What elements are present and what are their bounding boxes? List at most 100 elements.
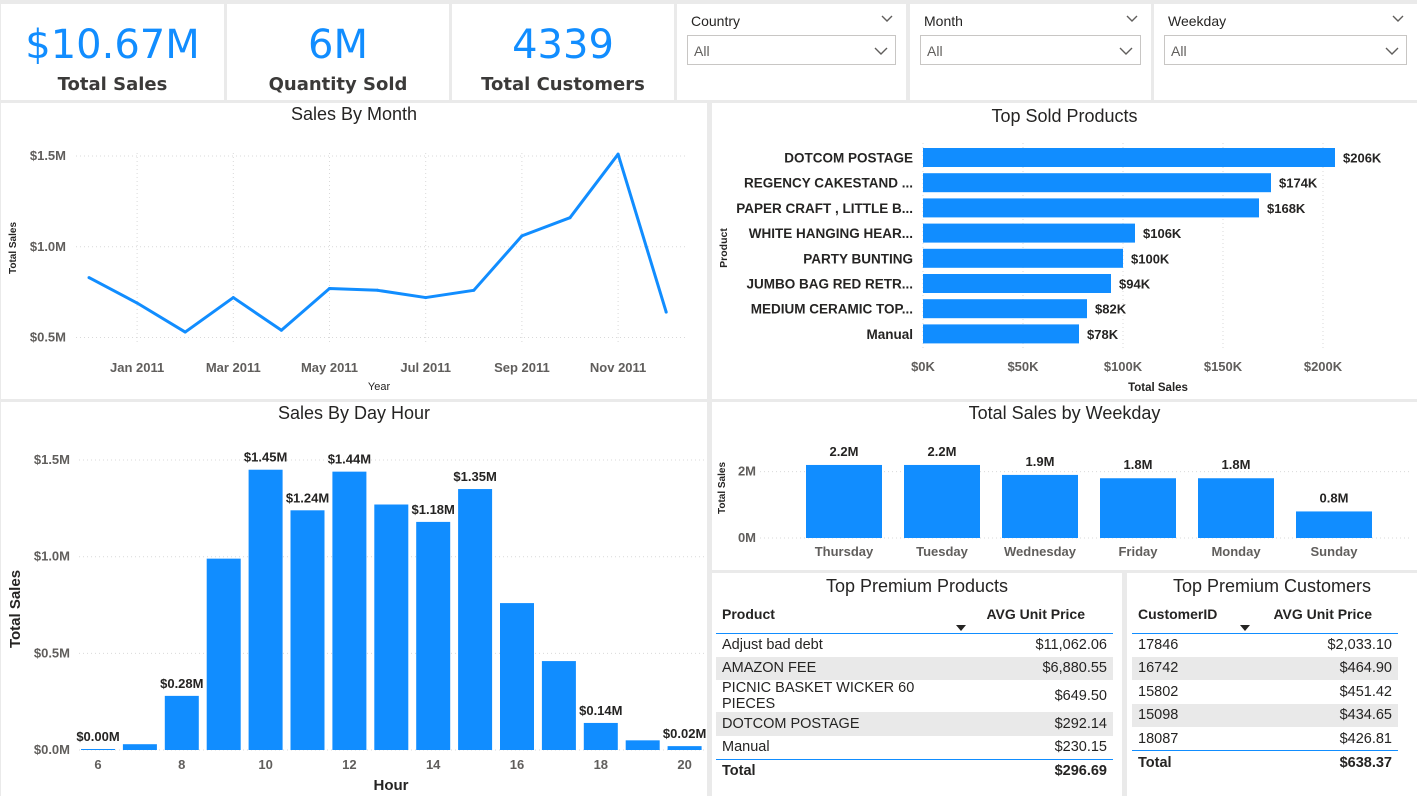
data-label: 1.8M: [1124, 457, 1153, 472]
bar: [923, 198, 1259, 218]
column-header-avg-unit-price[interactable]: AVG Unit Price: [1250, 595, 1398, 634]
weekday-dropdown[interactable]: All: [1164, 35, 1407, 65]
x-tick-label: Nov 2011: [590, 360, 646, 375]
dropdown-value: All: [694, 43, 710, 59]
kpi-label: Total Customers: [481, 74, 645, 95]
category-label: Tuesday: [916, 544, 969, 559]
bar: [1002, 474, 1078, 538]
slicer-weekday: Weekday All: [1154, 4, 1417, 100]
sort-descending-icon[interactable]: [1240, 624, 1250, 631]
bar: [248, 469, 283, 750]
category-label: Thursday: [815, 544, 874, 559]
bar: [806, 464, 882, 538]
chevron-down-icon[interactable]: [1391, 12, 1405, 26]
bar: [1100, 478, 1176, 538]
column-header-product[interactable]: Product: [716, 595, 966, 634]
x-tick-label: 16: [510, 757, 524, 772]
x-tick-label: $150K: [1204, 359, 1243, 374]
table-row[interactable]: 17846 $2,033.10: [1132, 633, 1398, 657]
data-label: $0.02M: [663, 726, 706, 741]
bar: [290, 510, 325, 750]
bar-chart[interactable]: $1.5M $1.0M $0.5M $0.0M $0.00M $0.28M $1.45M $1…: [1, 402, 707, 796]
chevron-down-icon[interactable]: [1125, 12, 1139, 26]
x-tick-label: $100K: [1104, 359, 1143, 374]
top-premium-customers-table: Top Premium Customers CustomerID AVG Uni…: [1127, 573, 1417, 796]
dropdown-value: All: [927, 43, 943, 59]
data-table: Product AVG Unit Price Adjust bad debt $1…: [716, 595, 1113, 783]
data-label: $1.24M: [286, 490, 329, 505]
column-header-customer-id[interactable]: CustomerID: [1132, 595, 1250, 634]
sort-descending-icon[interactable]: [956, 624, 966, 631]
data-point: [279, 328, 283, 332]
category-label: PARTY BUNTING: [803, 251, 913, 266]
line-chart[interactable]: $1.5M $1.0M $0.5M Jan 2011 Mar 2011 May 2011 J…: [1, 103, 707, 399]
table-row[interactable]: 15098 $434.65: [1132, 703, 1398, 727]
country-dropdown[interactable]: All: [687, 35, 896, 65]
kpi-value: $10.67M: [25, 22, 200, 68]
table-row[interactable]: AMAZON FEE $6,880.55: [716, 656, 1113, 680]
bar-chart[interactable]: $0K $50K $100K $150K $200K DOTCOM POSTAGE $206…: [712, 103, 1417, 399]
data-point: [472, 288, 476, 292]
x-tick-label: May 2011: [301, 360, 358, 375]
data-label: $1.18M: [412, 502, 455, 517]
column-header-avg-unit-price[interactable]: AVG Unit Price: [966, 595, 1113, 634]
x-tick-label: 6: [94, 757, 101, 772]
kpi-value: 4339: [512, 22, 614, 68]
slicer-month: Month All: [910, 4, 1151, 100]
kpi-card-total-customers: 4339 Total Customers: [452, 4, 674, 100]
y-tick-label: $1.5M: [34, 452, 70, 467]
category-label: MEDIUM CERAMIC TOP...: [751, 302, 913, 317]
bar: [583, 722, 618, 750]
table-row[interactable]: 16742 $464.90: [1132, 656, 1398, 680]
x-tick-label: $0K: [911, 359, 935, 374]
table-row[interactable]: PICNIC BASKET WICKER 60 PIECES $649.50: [716, 680, 1113, 712]
sales-by-month-chart: Sales By Month $1.5M $1.0M $0.5M Jan 2011 Ma…: [1, 103, 707, 399]
top-sold-products-chart: Top Sold Products $0K $50K $100K $150K $200K…: [712, 103, 1417, 399]
table-row[interactable]: DOTCOM POSTAGE $292.14: [716, 712, 1113, 736]
bar: [923, 148, 1335, 167]
x-tick-label: 10: [258, 757, 272, 772]
category-label: DOTCOM POSTAGE: [784, 151, 913, 166]
table-row[interactable]: Adjust bad debt $11,062.06: [716, 633, 1113, 657]
x-axis-title: Total Sales: [1128, 382, 1188, 394]
table-row[interactable]: 18087 $426.81: [1132, 727, 1398, 751]
x-tick-label: $50K: [1007, 359, 1039, 374]
table-row[interactable]: 15802 $451.42: [1132, 680, 1398, 704]
kpi-label: Total Sales: [57, 74, 168, 95]
table-title: Top Premium Customers: [1172, 576, 1372, 596]
slicer-title: Country: [691, 13, 741, 29]
table-row[interactable]: Manual $230.15: [716, 736, 1113, 760]
kpi-card-quantity-sold: 6M Quantity Sold: [227, 4, 449, 100]
sales-by-day-hour-chart: Sales By Day Hour $1.5M $1.0M $0.5M $0.0M $0…: [1, 402, 707, 796]
table-title: Top Premium Products: [825, 576, 1009, 596]
data-table: CustomerID AVG Unit Price 17846 $2,033.10…: [1132, 595, 1398, 774]
data-label: $1.45M: [244, 450, 287, 465]
sales-by-weekday-chart: Total Sales by Weekday 2M 0M 2.2M Thursday 2…: [712, 402, 1417, 570]
category-label: WHITE HANGING HEAR...: [749, 226, 913, 241]
bar: [416, 521, 451, 750]
bar: [206, 558, 241, 750]
data-label: 0.8M: [1320, 490, 1349, 505]
bar: [500, 603, 534, 750]
bar: [81, 749, 115, 750]
month-dropdown[interactable]: All: [920, 35, 1141, 65]
chevron-down-icon[interactable]: [880, 12, 894, 26]
y-tick-label: $0.5M: [34, 645, 70, 660]
category-label: Manual: [866, 327, 913, 342]
chevron-down-icon: [1385, 47, 1399, 55]
bar: [625, 740, 660, 750]
bar: [923, 324, 1079, 344]
data-label: $0.28M: [160, 676, 203, 691]
category-label: Friday: [1118, 544, 1158, 559]
y-axis-title: Product: [718, 228, 730, 268]
data-label: $0.00M: [76, 729, 119, 744]
data-point: [328, 286, 331, 290]
bar-chart[interactable]: 2M 0M 2.2M Thursday 2.2M Tuesday 1.9M Wednesday…: [712, 402, 1417, 570]
data-point: [87, 276, 91, 280]
bar: [164, 695, 199, 750]
bar: [458, 489, 493, 750]
data-label: $0.14M: [579, 703, 622, 718]
x-tick-label: Jan 2011: [110, 360, 164, 375]
y-axis-title: Total Sales: [7, 570, 24, 648]
category-label: PAPER CRAFT , LITTLE B...: [736, 201, 913, 216]
